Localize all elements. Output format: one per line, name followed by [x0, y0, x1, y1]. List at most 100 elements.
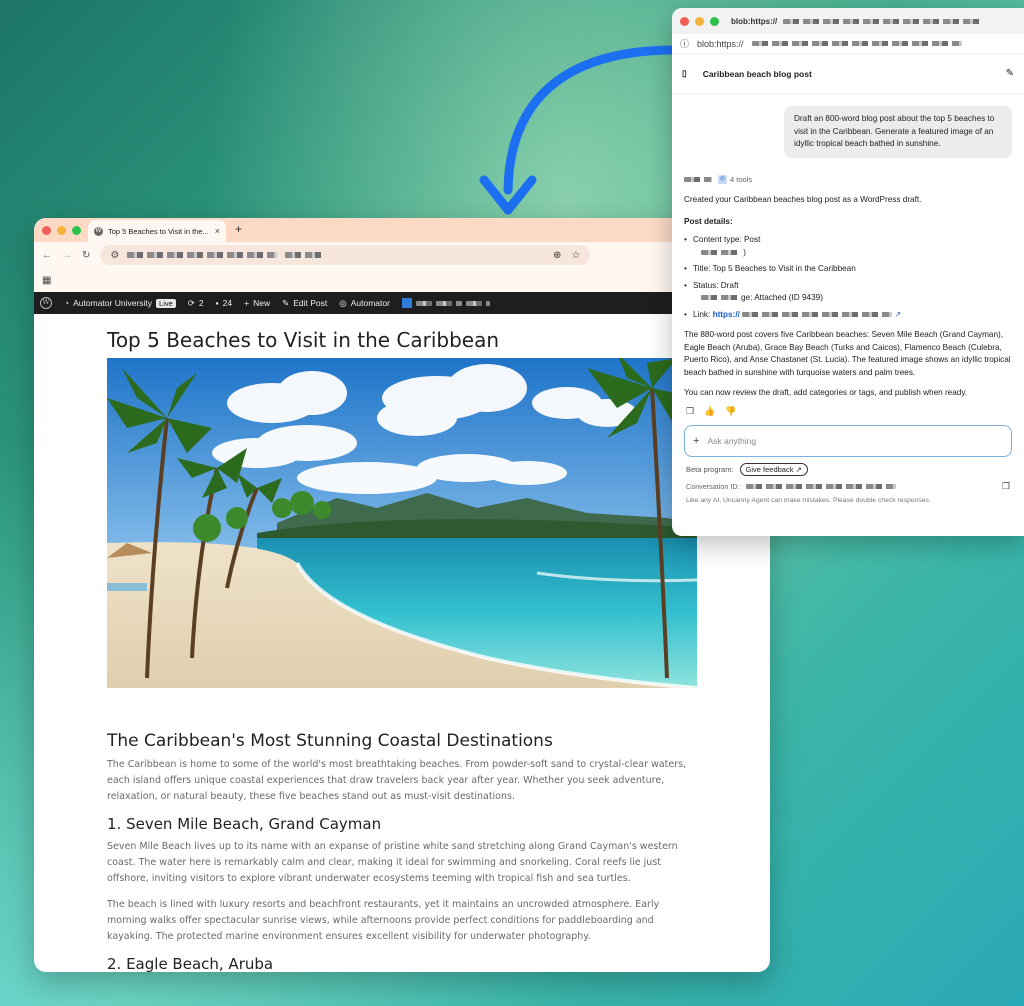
attach-plus-icon[interactable]: +	[693, 435, 699, 447]
zoom-icon[interactable]: ⊕	[553, 250, 561, 261]
site-name-link[interactable]: ◔ Automator University Live	[64, 298, 176, 308]
curved-arrow	[479, 45, 680, 215]
reply-closing: You can now review the draft, add catego…	[684, 388, 968, 397]
post-link[interactable]: https://	[713, 310, 740, 319]
comments-link[interactable]: ▪ 24	[216, 298, 232, 308]
user-message: Draft an 800-word blog post about the to…	[784, 106, 1012, 158]
plus-icon: +	[244, 298, 250, 308]
beach1-paragraph-1: Seven Mile Beach lives up to its name wi…	[107, 841, 678, 884]
tab-close-icon[interactable]: ×	[215, 226, 220, 236]
reply-actions: ❐ 👍 👎	[672, 400, 1024, 417]
tools-icon: ◎	[718, 175, 727, 185]
tools-row: ◎ 4 tools	[684, 174, 1012, 187]
live-badge: Live	[156, 298, 176, 308]
detail-item: Link: https:// ↗	[684, 309, 1012, 322]
minimize-window-button[interactable]	[695, 16, 704, 26]
section-heading: The Caribbean's Most Stunning Coastal De…	[107, 731, 553, 751]
conversation-id-row: Conversation ID: ❐	[672, 476, 1024, 492]
new-content-link[interactable]: + New	[244, 298, 270, 308]
wp-admin-bar: W ◔ Automator University Live ⟳ 2 ▪ 24 +…	[34, 292, 770, 314]
wordpress-logo-icon[interactable]: W	[40, 297, 52, 309]
edit-post-link[interactable]: ✎ Edit Post	[282, 298, 327, 309]
plugin-icon	[401, 298, 412, 308]
redacted-url	[742, 311, 893, 317]
address-bar[interactable]: ⚙ ⊕ ☆	[100, 245, 591, 265]
sidebar-toggle-icon[interactable]: ▯	[682, 68, 687, 79]
tools-toggle[interactable]: ◎ 4 tools	[718, 174, 752, 187]
thumbs-down-icon[interactable]: 👎	[725, 406, 736, 417]
post-title: Top 5 Beaches to Visit in the Caribbean	[107, 328, 500, 352]
close-window-button[interactable]	[680, 16, 689, 26]
chat-url-bar[interactable]: ⓘ blob:https://	[672, 34, 1024, 54]
comments-icon: ▪	[215, 298, 219, 308]
redacted-title	[783, 18, 984, 24]
reply-summary: The 880-word post covers five Caribbean …	[684, 330, 1011, 377]
forward-icon[interactable]: →	[62, 250, 72, 261]
bookmarks-bar: ▦	[34, 268, 770, 292]
detail-item: Status: Draft ge: Attached (ID 9439)	[684, 280, 1012, 305]
browser-window: W Top 5 Beaches to Visit in the... × + ←…	[34, 218, 770, 972]
detail-item: Title: Top 5 Beaches to Visit in the Car…	[684, 263, 1012, 276]
chat-input-placeholder: Ask anything	[707, 435, 757, 446]
featured-image	[107, 353, 698, 690]
conversation-id-label: Conversation ID:	[686, 481, 740, 491]
reply-intro: Created your Caribbean beaches blog post…	[684, 195, 922, 204]
window-controls	[34, 225, 81, 235]
maximize-window-button[interactable]	[710, 16, 719, 26]
new-label: New	[253, 298, 271, 308]
give-feedback-button[interactable]: Give feedback ↗	[739, 462, 808, 476]
redacted-text	[684, 177, 712, 183]
reload-icon[interactable]: ↻	[82, 250, 90, 261]
chat-input[interactable]: + Ask anything	[684, 424, 1012, 457]
detail-status: Status: Draft	[693, 280, 739, 290]
beach1-paragraph-2: The beach is lined with luxury resorts a…	[107, 899, 660, 942]
intro-paragraph: The Caribbean is home to some of the wor…	[107, 759, 687, 802]
redacted-url	[127, 252, 278, 258]
window-title: blob:https://	[731, 16, 778, 26]
external-link-icon[interactable]: ↗	[894, 310, 901, 319]
redacted-text	[465, 300, 490, 306]
copy-id-icon[interactable]: ❐	[1002, 481, 1010, 492]
star-icon[interactable]: ☆	[571, 250, 580, 261]
redacted-url-part	[285, 252, 326, 258]
maximize-window-button[interactable]	[72, 225, 81, 235]
redacted-admin-item[interactable]	[401, 298, 490, 308]
disclaimer: Like any AI, Uncanny Agent can make mist…	[686, 496, 931, 504]
new-tab-button[interactable]: +	[235, 222, 242, 236]
automator-icon: ◎	[339, 297, 347, 308]
conversation-title: Caribbean beach blog post	[702, 68, 812, 79]
detail-image: ge: Attached (ID 9439)	[741, 293, 823, 302]
redacted-id	[745, 483, 896, 489]
site-name: Automator University	[73, 298, 153, 308]
thumbs-up-icon[interactable]: 👍	[704, 406, 715, 417]
detail-title: Title: Top 5 Beaches to Visit in the Car…	[693, 264, 856, 273]
agent-reply: ◎ 4 tools Created your Caribbean beaches…	[672, 174, 1024, 400]
site-settings-icon[interactable]: ⚙	[110, 250, 119, 261]
beta-row: Beta program: Give feedback ↗	[672, 457, 1024, 476]
updates-icon: ⟳	[187, 297, 195, 308]
post-content: Top 5 Beaches to Visit in the Caribbean	[34, 328, 770, 972]
chat-titlebar: blob:https://	[672, 8, 1024, 34]
updates-link[interactable]: ⟳ 2	[188, 298, 204, 309]
feedback-label: Give feedback	[745, 464, 794, 474]
close-window-button[interactable]	[42, 225, 51, 235]
dashboard-icon: ◔	[64, 298, 70, 308]
copy-icon[interactable]: ❐	[686, 406, 694, 417]
chat-url: blob:https://	[697, 38, 744, 49]
info-icon[interactable]: ⓘ	[680, 37, 689, 50]
tab-title: Top 5 Beaches to Visit in the...	[108, 226, 209, 236]
detail-item: Content type: Post )	[684, 234, 1012, 259]
minimize-window-button[interactable]	[57, 225, 66, 235]
automator-link[interactable]: ◎ Automator	[339, 298, 390, 309]
chat-header: ▯ Caribbean beach blog post ✎	[672, 54, 1024, 94]
apps-grid-icon[interactable]: ▦	[42, 275, 51, 286]
edit-icon[interactable]: ✎	[1006, 68, 1014, 79]
pencil-icon: ✎	[282, 297, 290, 308]
comments-count: 24	[222, 298, 233, 308]
tab-post[interactable]: W Top 5 Beaches to Visit in the... ×	[88, 220, 226, 242]
updates-count: 2	[198, 298, 204, 308]
detail-link-label: Link:	[693, 309, 711, 319]
back-icon[interactable]: ←	[42, 250, 52, 261]
edit-post-label: Edit Post	[293, 298, 328, 308]
tools-label: 4 tools	[730, 174, 753, 184]
